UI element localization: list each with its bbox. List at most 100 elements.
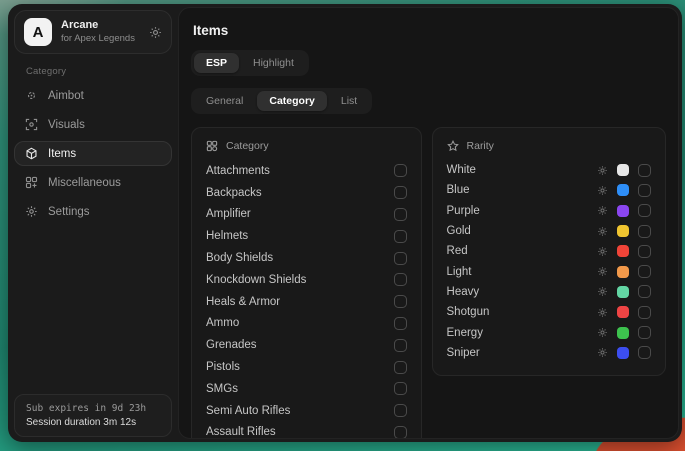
main-panel: Items ESP Highlight General Category Lis… <box>178 7 679 439</box>
rarity-gear-icon[interactable] <box>597 266 608 277</box>
rarity-gear-icon[interactable] <box>597 185 608 196</box>
category-checkbox[interactable] <box>394 339 407 352</box>
sidebar-item-aimbot[interactable]: Aimbot <box>14 83 172 108</box>
mode-tabs: ESP Highlight <box>191 50 309 76</box>
rarity-color-swatch[interactable] <box>617 164 629 176</box>
tab-category[interactable]: Category <box>257 91 327 111</box>
sidebar-section-label: Category <box>26 66 172 77</box>
category-checkbox[interactable] <box>394 426 407 439</box>
rarity-color-swatch[interactable] <box>617 286 629 298</box>
rarity-gear-icon[interactable] <box>597 246 608 257</box>
sidebar-item-miscellaneous[interactable]: Miscellaneous <box>14 170 172 195</box>
rarity-row-label: Red <box>447 245 468 257</box>
settings-gear-icon[interactable] <box>149 26 162 39</box>
tab-list[interactable]: List <box>329 91 369 111</box>
page-title: Items <box>193 23 666 38</box>
category-checkbox[interactable] <box>394 382 407 395</box>
rarity-gear-icon[interactable] <box>597 165 608 176</box>
brand-card: A Arcane for Apex Legends <box>14 10 172 54</box>
brand-subtitle: for Apex Legends <box>61 33 135 45</box>
category-checkbox[interactable] <box>394 230 407 243</box>
category-row-label: Body Shields <box>206 252 273 264</box>
rarity-color-swatch[interactable] <box>617 184 629 196</box>
category-row-label: SMGs <box>206 383 238 395</box>
sidebar-nav: Aimbot Visuals Items <box>14 83 172 224</box>
sub-expiry-text: Sub expires in 9d 23h <box>26 401 160 416</box>
category-row-label: Pistols <box>206 361 240 373</box>
category-checkbox[interactable] <box>394 252 407 265</box>
rarity-color-swatch[interactable] <box>617 225 629 237</box>
category-row-label: Semi Auto Rifles <box>206 405 290 417</box>
rarity-checkbox[interactable] <box>638 346 651 359</box>
sidebar-item-settings[interactable]: Settings <box>14 199 172 224</box>
category-row: Heals & Armor <box>206 291 407 313</box>
rarity-row: Heavy <box>447 282 651 302</box>
rarity-row: Red <box>447 241 651 261</box>
rarity-row-label: Heavy <box>447 286 480 298</box>
rarity-row-label: White <box>447 164 476 176</box>
rarity-checkbox[interactable] <box>638 265 651 278</box>
rarity-checkbox[interactable] <box>638 204 651 217</box>
rarity-checkbox[interactable] <box>638 225 651 238</box>
rarity-gear-icon[interactable] <box>597 286 608 297</box>
grid-icon <box>25 176 38 189</box>
rarity-panel-title: Rarity <box>467 140 494 152</box>
rarity-row-label: Gold <box>447 225 471 237</box>
category-checkbox[interactable] <box>394 273 407 286</box>
rarity-row: Purple <box>447 201 651 221</box>
category-row: Amplifier <box>206 204 407 226</box>
category-checkbox[interactable] <box>394 186 407 199</box>
eye-icon <box>25 118 38 131</box>
rarity-color-swatch[interactable] <box>617 205 629 217</box>
rarity-color-swatch[interactable] <box>617 327 629 339</box>
sidebar-item-visuals[interactable]: Visuals <box>14 112 172 137</box>
brand-title: Arcane <box>61 19 135 33</box>
rarity-checkbox[interactable] <box>638 164 651 177</box>
rarity-gear-icon[interactable] <box>597 226 608 237</box>
rarity-row: Gold <box>447 221 651 241</box>
tab-highlight[interactable]: Highlight <box>241 53 306 73</box>
category-checkbox[interactable] <box>394 208 407 221</box>
rarity-row: White <box>447 160 651 180</box>
rarity-color-swatch[interactable] <box>617 306 629 318</box>
sidebar-item-items[interactable]: Items <box>14 141 172 166</box>
rarity-checkbox[interactable] <box>638 326 651 339</box>
category-checkbox[interactable] <box>394 295 407 308</box>
category-checkbox[interactable] <box>394 317 407 330</box>
rarity-row-label: Blue <box>447 184 470 196</box>
category-checkbox[interactable] <box>394 361 407 374</box>
category-row-label: Attachments <box>206 165 270 177</box>
box-icon <box>25 147 38 160</box>
subscription-card: Sub expires in 9d 23h Session duration 3… <box>14 394 172 437</box>
rarity-checkbox[interactable] <box>638 184 651 197</box>
category-panel-title: Category <box>226 140 269 152</box>
rarity-gear-icon[interactable] <box>597 347 608 358</box>
sidebar-item-label: Visuals <box>48 119 85 131</box>
rarity-gear-icon[interactable] <box>597 327 608 338</box>
rarity-color-swatch[interactable] <box>617 266 629 278</box>
category-row-label: Helmets <box>206 230 248 242</box>
star-icon <box>447 140 459 152</box>
sidebar: A Arcane for Apex Legends Category <box>8 4 178 442</box>
rarity-checkbox[interactable] <box>638 285 651 298</box>
rarity-gear-icon[interactable] <box>597 307 608 318</box>
category-row: Assault Rifles <box>206 422 407 439</box>
rarity-color-swatch[interactable] <box>617 347 629 359</box>
brand-logo: A <box>24 18 52 46</box>
rarity-checkbox[interactable] <box>638 245 651 258</box>
view-tabs: General Category List <box>191 88 372 114</box>
tab-general[interactable]: General <box>194 91 255 111</box>
category-checkbox[interactable] <box>394 404 407 417</box>
rarity-color-swatch[interactable] <box>617 245 629 257</box>
rarity-row: Energy <box>447 322 651 342</box>
sidebar-item-label: Items <box>48 148 76 160</box>
tab-esp[interactable]: ESP <box>194 53 239 73</box>
gear-icon <box>25 205 38 218</box>
category-row: Pistols <box>206 356 407 378</box>
sidebar-item-label: Miscellaneous <box>48 177 121 189</box>
rarity-checkbox[interactable] <box>638 306 651 319</box>
category-row: Backpacks <box>206 182 407 204</box>
rarity-row-label: Light <box>447 266 472 278</box>
category-checkbox[interactable] <box>394 164 407 177</box>
rarity-gear-icon[interactable] <box>597 205 608 216</box>
